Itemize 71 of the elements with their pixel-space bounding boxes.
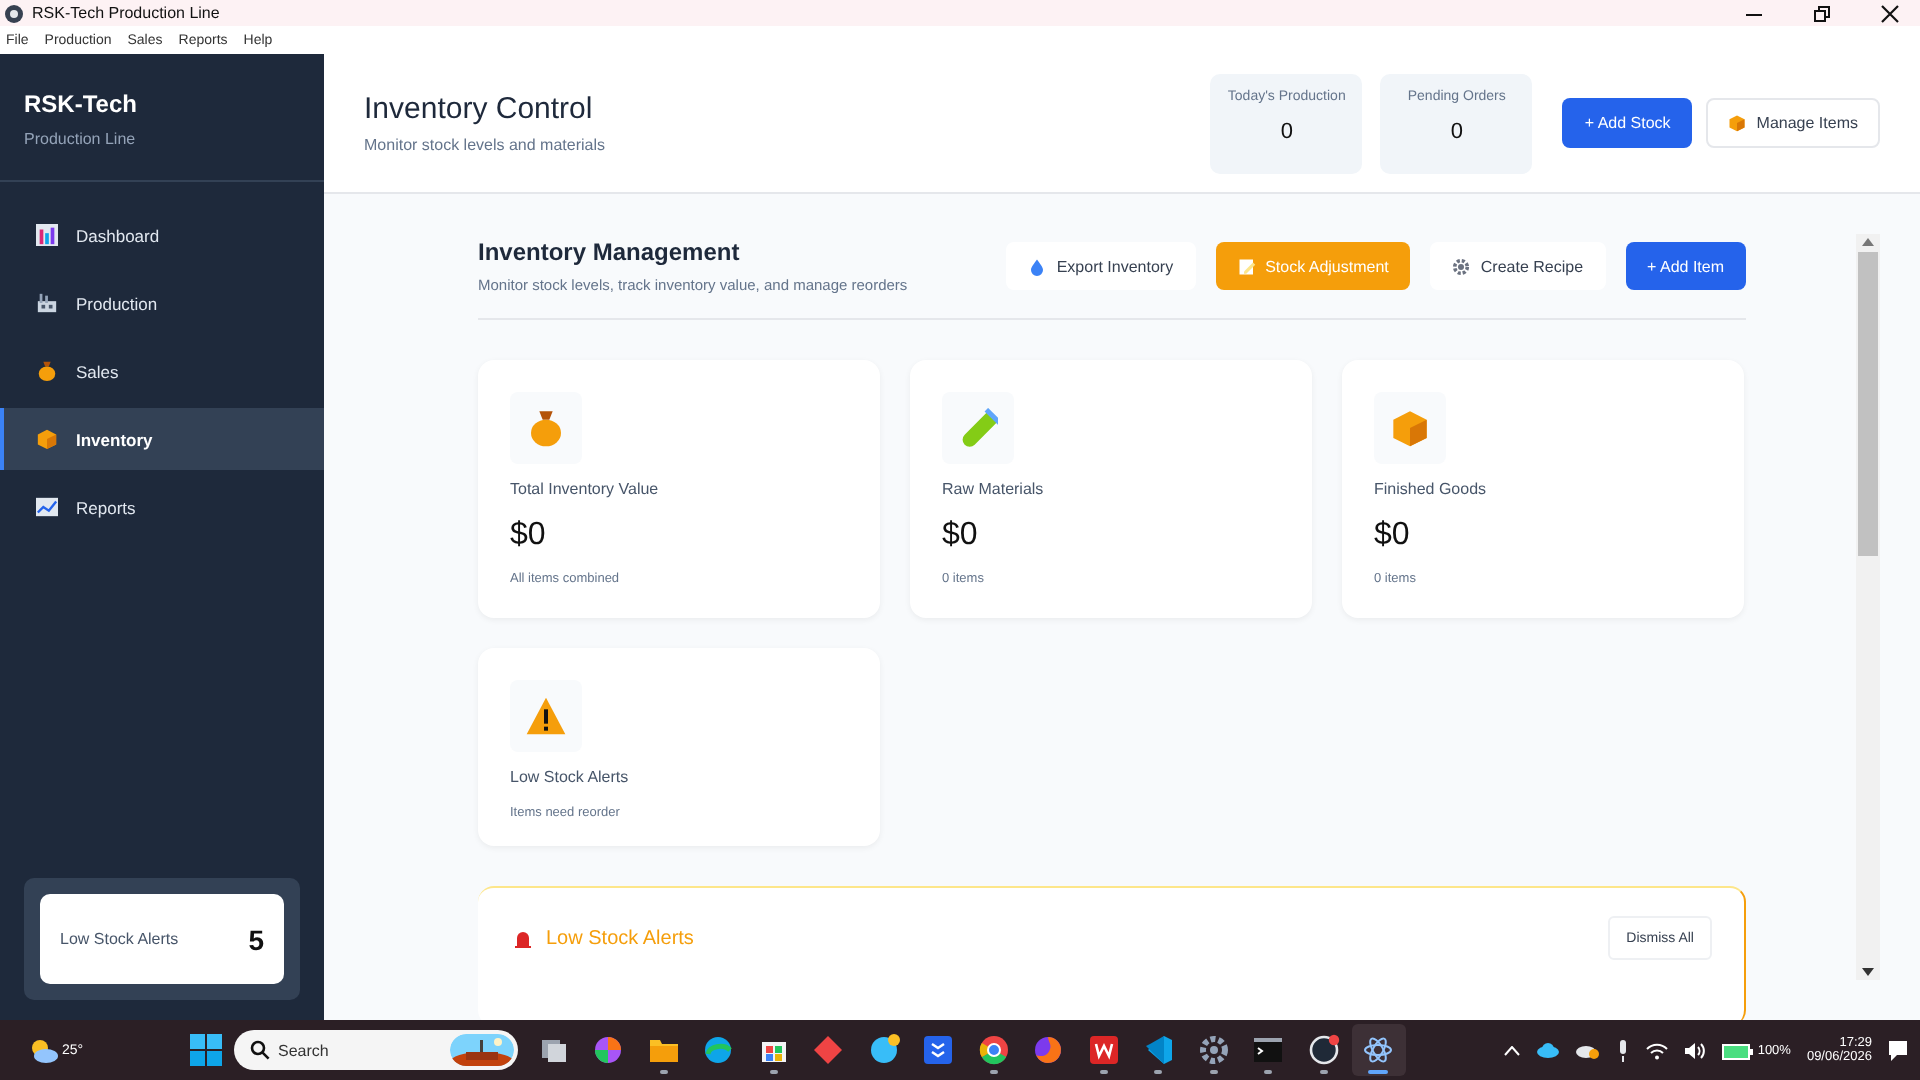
window-title: RSK-Tech Production Line bbox=[32, 4, 220, 22]
add-stock-button[interactable]: + Add Stock bbox=[1562, 98, 1693, 148]
microphone-icon[interactable] bbox=[1615, 1039, 1630, 1061]
battery-icon bbox=[1721, 1041, 1754, 1059]
restore-icon[interactable] bbox=[1812, 3, 1832, 23]
speaker-icon[interactable] bbox=[1683, 1041, 1706, 1059]
card-label: Finished Goods bbox=[1374, 480, 1489, 498]
diamond-icon bbox=[812, 1034, 845, 1066]
scrollbar[interactable] bbox=[1856, 234, 1880, 980]
scroll-thumb[interactable] bbox=[1858, 252, 1878, 556]
globe-icon bbox=[702, 1034, 735, 1066]
ring-icon bbox=[977, 1034, 1010, 1066]
start-icon[interactable] bbox=[190, 1034, 222, 1066]
taskbar-app[interactable] bbox=[1351, 1024, 1406, 1076]
folder-icon bbox=[647, 1034, 680, 1066]
panel-title: Low Stock Alerts bbox=[546, 927, 694, 949]
action-button[interactable]: + Add Item bbox=[1625, 242, 1746, 290]
atom-icon bbox=[1362, 1034, 1395, 1066]
nav-item[interactable]: Sales bbox=[0, 340, 324, 402]
scroll-down-icon bbox=[1862, 968, 1874, 976]
warning-icon bbox=[526, 696, 566, 736]
test-tube-icon bbox=[958, 408, 998, 448]
page-title: Inventory Control bbox=[364, 92, 595, 126]
box-icon bbox=[1728, 114, 1747, 132]
bar-chart-icon bbox=[36, 224, 58, 246]
brand-subtitle: Production Line bbox=[24, 130, 138, 148]
gear-icon bbox=[1197, 1034, 1230, 1066]
card-value: $0 bbox=[510, 518, 548, 554]
weather-icon bbox=[28, 1036, 60, 1064]
alert-label: Low Stock Alerts bbox=[60, 930, 179, 948]
card-value: $0 bbox=[1374, 518, 1412, 554]
page-subtitle: Monitor stock levels and materials bbox=[364, 136, 605, 154]
money-bag-icon bbox=[526, 408, 566, 448]
cloud-icon[interactable] bbox=[1535, 1042, 1560, 1058]
card-label: Low Stock Alerts bbox=[510, 768, 631, 786]
alert-count: 5 bbox=[248, 923, 264, 955]
box-icon bbox=[922, 1034, 955, 1066]
box-icon bbox=[1390, 408, 1430, 448]
windows-icon bbox=[537, 1034, 570, 1066]
section-title: Inventory Management bbox=[478, 238, 742, 266]
alarm-icon bbox=[514, 929, 532, 947]
w-tile-icon bbox=[1087, 1034, 1120, 1066]
money-bag-icon bbox=[36, 360, 58, 382]
nav-item[interactable]: Reports bbox=[0, 476, 324, 538]
app-logo-icon bbox=[4, 3, 24, 23]
box-icon bbox=[36, 428, 58, 450]
terminal-icon bbox=[1252, 1034, 1285, 1066]
wifi-icon[interactable] bbox=[1645, 1041, 1668, 1059]
nav-item[interactable]: Inventory bbox=[0, 408, 324, 470]
nav-item[interactable]: Dashboard bbox=[0, 204, 324, 266]
scroll-up-icon bbox=[1862, 238, 1874, 246]
nav-item[interactable]: Production bbox=[0, 272, 324, 334]
brand-name: RSK-Tech bbox=[24, 90, 139, 118]
line-chart-icon bbox=[36, 496, 58, 518]
card-value: $0 bbox=[942, 518, 980, 554]
notification-icon[interactable] bbox=[1888, 1039, 1908, 1061]
circle-badge-icon bbox=[1307, 1034, 1340, 1066]
cloud-icon[interactable] bbox=[1575, 1040, 1600, 1060]
action-button[interactable]: Create Recipe bbox=[1430, 242, 1606, 290]
card-label: Raw Materials bbox=[942, 480, 1046, 498]
close-icon[interactable] bbox=[1880, 3, 1900, 23]
factory-icon bbox=[36, 292, 58, 314]
note-icon bbox=[1237, 257, 1256, 275]
card-label: Total Inventory Value bbox=[510, 480, 661, 498]
gear-icon bbox=[1452, 257, 1471, 275]
stat-value: 0 bbox=[1448, 119, 1465, 143]
manage-items-button[interactable]: Manage Items bbox=[1706, 98, 1880, 148]
action-button[interactable]: Export Inventory bbox=[1006, 242, 1196, 290]
chevron-up-icon[interactable] bbox=[1503, 1045, 1520, 1055]
drop-icon bbox=[1028, 257, 1047, 275]
stat-value: 0 bbox=[1278, 119, 1295, 143]
